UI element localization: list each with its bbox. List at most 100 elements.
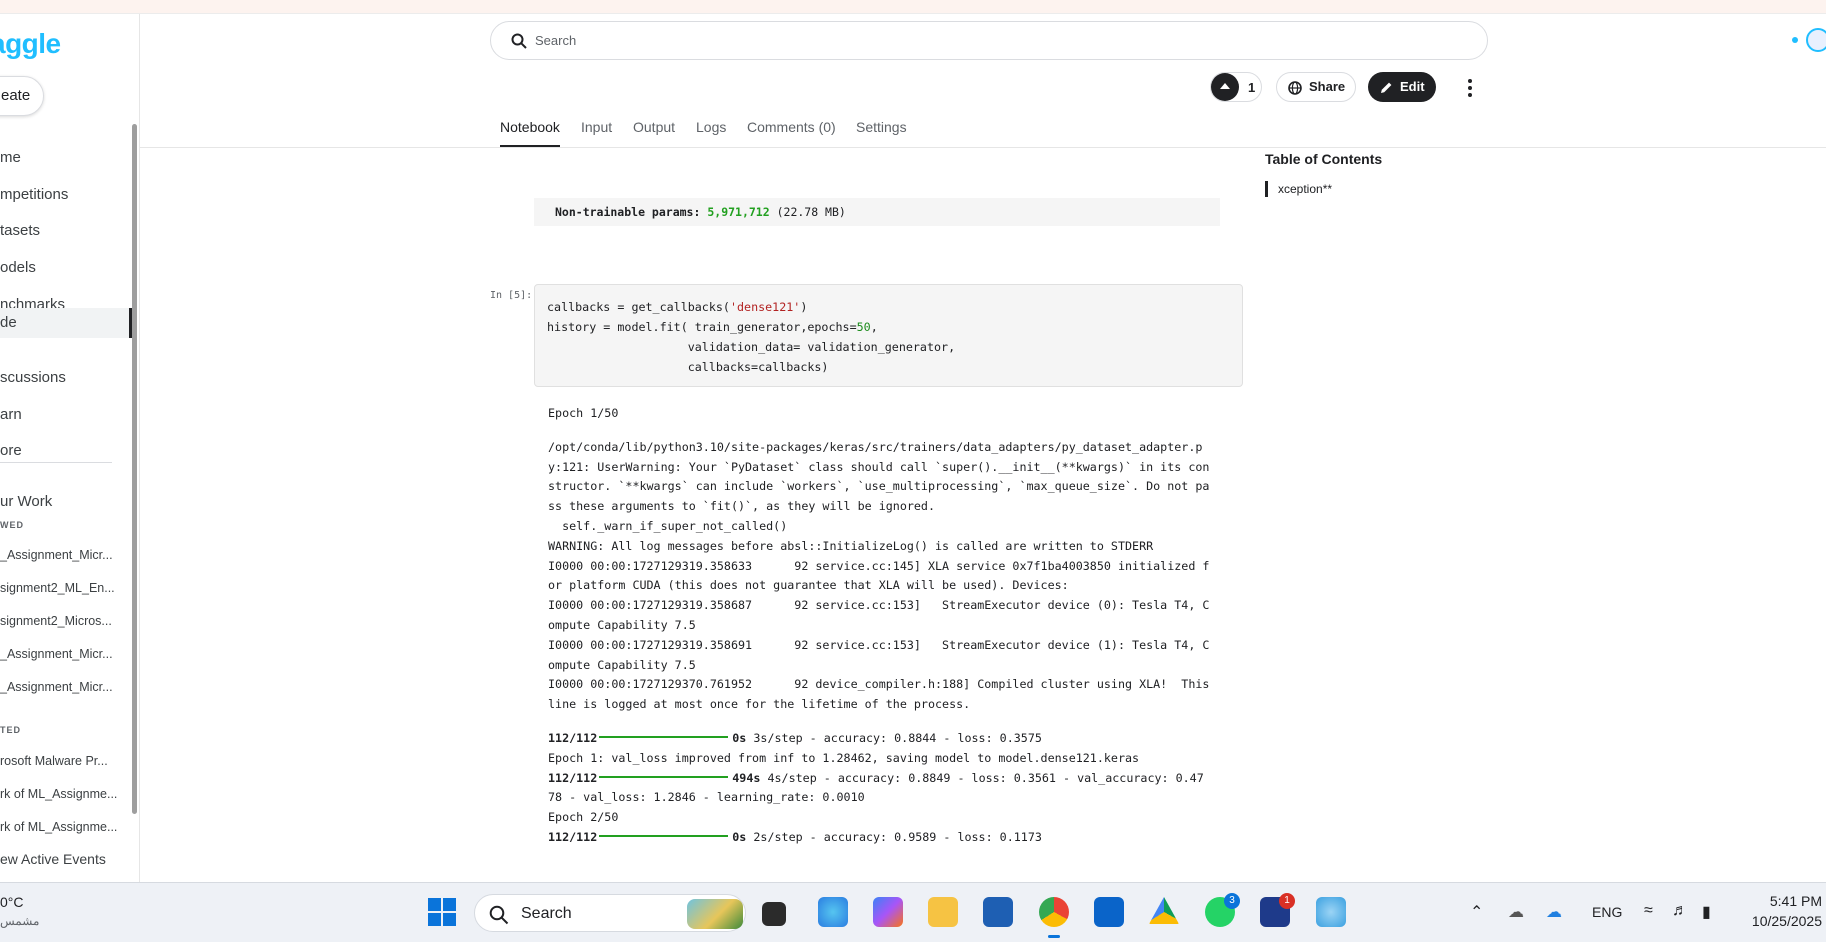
sidebar-item-home[interactable]: me: [0, 143, 132, 173]
output-line: ompute Capability 7.5: [548, 657, 696, 672]
code-line: history = model.fit( train_generator,epo…: [547, 320, 878, 334]
sidebar-divider: [0, 462, 112, 463]
taskbar-search-label: Search: [521, 905, 572, 922]
more-options-icon[interactable]: [1462, 78, 1478, 98]
progress-line: 112/112 0s 3s/step - accuracy: 0.8844 - l…: [548, 730, 1042, 745]
edited-item[interactable]: rk of ML_Assignme...: [0, 820, 117, 834]
output-line: ompute Capability 7.5: [548, 617, 696, 632]
search-input[interactable]: Search: [490, 21, 1488, 60]
search-highlight-image: [687, 899, 743, 929]
code-line: callbacks = get_callbacks('dense121'): [547, 300, 808, 314]
chrome-icon[interactable]: [1039, 897, 1069, 938]
output-line: I0000 00:00:1727129319.358691 92 service…: [548, 637, 1210, 652]
viewed-item[interactable]: signment2_Micros...: [0, 614, 112, 628]
tab-settings[interactable]: Settings: [856, 118, 907, 148]
tab-input[interactable]: Input: [581, 118, 612, 148]
cell-output: Epoch 1/50 /opt/conda/lib/python3.10/sit…: [548, 404, 1238, 848]
upvote-button[interactable]: 1: [1210, 72, 1262, 102]
sidebar-item-your-work[interactable]: ur Work: [0, 487, 132, 517]
app-icon-2[interactable]: [1316, 897, 1346, 927]
output-line: WARNING: All log messages before absl::I…: [548, 538, 1154, 553]
code-line: callbacks=callbacks): [547, 360, 829, 374]
onedrive-icon[interactable]: ☁: [1546, 902, 1562, 922]
output-line: I0000 00:00:1727129370.761952 92 device_…: [548, 677, 1210, 692]
browser-top-strip: [0, 0, 1826, 14]
view-active-events-link[interactable]: ew Active Events: [0, 844, 132, 874]
tab-notebook[interactable]: Notebook: [500, 118, 560, 148]
tab-logs[interactable]: Logs: [696, 118, 726, 148]
edit-label: Edit: [1400, 79, 1425, 94]
output-line: self._warn_if_super_not_called(): [548, 518, 788, 533]
clock-date[interactable]: 10/25/2025: [1738, 913, 1822, 929]
wifi-icon[interactable]: ≈: [1644, 902, 1653, 920]
weather-desc: مشمس: [0, 914, 40, 928]
notification-dot: [1792, 37, 1798, 43]
progress-line: 112/112 494s 4s/step - accuracy: 0.8849 -…: [548, 770, 1204, 785]
cell-prompt: In [5]:: [490, 290, 533, 301]
sidebar-item-competitions[interactable]: mpetitions: [0, 180, 132, 210]
widgets-icon[interactable]: [818, 897, 848, 927]
cloud-icon[interactable]: ☁: [1508, 902, 1524, 922]
create-button[interactable]: eate: [0, 76, 44, 116]
windows-start-icon[interactable]: [428, 898, 458, 928]
share-button[interactable]: Share: [1276, 72, 1356, 102]
task-view-icon[interactable]: [762, 902, 786, 926]
edited-item[interactable]: rk of ML_Assignme...: [0, 787, 117, 801]
upvote-arrow-icon: [1211, 73, 1239, 101]
sidebar-item-discussions[interactable]: scussions: [0, 363, 132, 393]
viewed-heading: WED: [0, 520, 24, 530]
sidebar-item-datasets[interactable]: tasets: [0, 216, 132, 246]
sidebar-item-models[interactable]: odels: [0, 253, 132, 283]
viewed-item[interactable]: signment2_ML_En...: [0, 581, 115, 595]
file-explorer-icon[interactable]: [928, 897, 958, 927]
search-placeholder: Search: [535, 33, 577, 48]
edit-button[interactable]: Edit: [1368, 72, 1436, 102]
app-badge: 1: [1279, 893, 1295, 909]
params-label: Non-trainable params:: [555, 205, 701, 219]
tab-output[interactable]: Output: [633, 118, 675, 148]
chevron-up-icon[interactable]: ⌃: [1470, 902, 1483, 922]
taskbar-search[interactable]: Search: [474, 894, 746, 932]
viewed-item[interactable]: _Assignment_Micr...: [0, 548, 113, 562]
viewed-item[interactable]: _Assignment_Micr...: [0, 647, 113, 661]
sidebar-item-code[interactable]: de: [0, 308, 132, 338]
output-line: 78 - val_loss: 1.2846 - learning_rate: 0…: [548, 790, 865, 805]
outlook-icon[interactable]: [1094, 897, 1124, 927]
output-line: y:121: UserWarning: Your `PyDataset` cla…: [548, 459, 1210, 474]
search-icon: [511, 33, 527, 49]
output-line: structor. `**kwargs` can include `worker…: [548, 479, 1210, 494]
progress-line: 112/112 0s 2s/step - accuracy: 0.9589 - l…: [548, 829, 1042, 844]
output-line: or platform CUDA (this does not guarante…: [548, 578, 1069, 593]
sidebar-scrollbar[interactable]: [132, 124, 137, 814]
code-cell[interactable]: callbacks = get_callbacks('dense121')his…: [534, 284, 1243, 387]
edited-heading: TED: [0, 725, 21, 735]
share-label: Share: [1309, 79, 1346, 94]
weather-temp[interactable]: 0°C: [0, 894, 24, 910]
clock-time[interactable]: 5:41 PM: [1766, 893, 1822, 909]
output-line: Epoch 2/50: [548, 810, 619, 825]
volume-icon[interactable]: ♬: [1672, 902, 1688, 920]
params-value: 5,971,712: [707, 205, 770, 219]
tabs-divider: [140, 147, 1826, 148]
vote-count: 1: [1248, 80, 1256, 95]
pencil-icon: [1381, 82, 1392, 93]
copilot-icon[interactable]: [873, 897, 903, 927]
whatsapp-badge: 3: [1224, 893, 1240, 909]
kaggle-logo[interactable]: aggle: [0, 28, 61, 60]
search-icon: [489, 905, 509, 925]
viewed-item[interactable]: _Assignment_Micr...: [0, 680, 113, 694]
progress-bar: [599, 834, 729, 837]
sidebar-item-learn[interactable]: arn: [0, 400, 132, 430]
battery-icon[interactable]: ▮: [1702, 902, 1711, 922]
store-icon[interactable]: [983, 897, 1013, 927]
model-summary-output: Non-trainable params: 5,971,712 (22.78 M…: [534, 198, 1220, 226]
avatar[interactable]: [1806, 28, 1826, 52]
tab-comments[interactable]: Comments (0): [747, 118, 836, 148]
toc-item[interactable]: xception**: [1265, 181, 1332, 197]
edited-item[interactable]: rosoft Malware Pr...: [0, 754, 108, 768]
sidebar: aggle eate me mpetitions tasets odels nc…: [0, 14, 140, 882]
globe-icon: [1288, 81, 1302, 95]
output-line: I0000 00:00:1727129319.358687 92 service…: [548, 598, 1210, 613]
language-indicator[interactable]: ENG: [1592, 904, 1622, 920]
output-line: line is logged at most once for the life…: [548, 697, 971, 712]
